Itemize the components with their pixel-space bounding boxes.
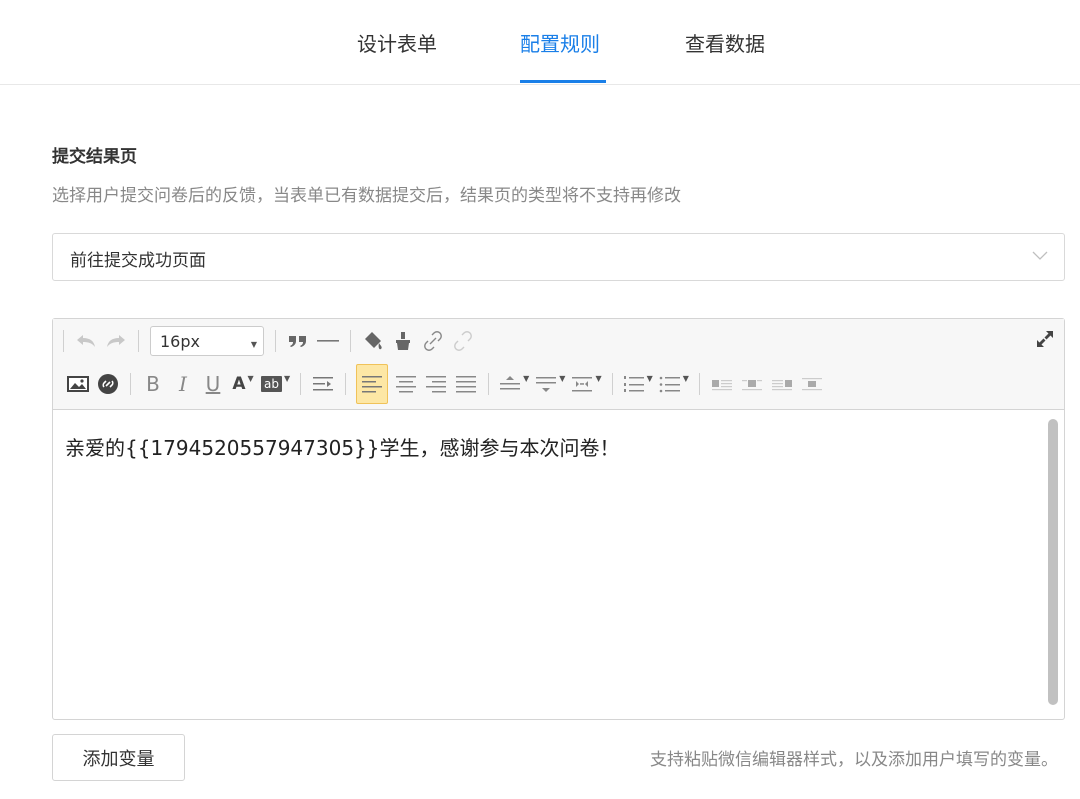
toolbar-divider	[611, 373, 613, 395]
embed-icon[interactable]	[96, 371, 120, 397]
letter-spacing-icon[interactable]: ▼	[571, 371, 602, 397]
select-value: 前往提交成功页面	[70, 251, 206, 271]
ordered-list-icon[interactable]: ▼	[623, 371, 653, 397]
toolbar-row-2: B I U A ▼ ab ▼ ▼ ▼ ▼ ▼ ▼	[63, 364, 827, 404]
toolbar-divider	[345, 373, 347, 395]
align-right-icon[interactable]	[424, 371, 448, 397]
image-icon[interactable]	[66, 371, 90, 397]
caret-down-icon: ▼	[646, 373, 653, 383]
align-center-icon[interactable]	[394, 371, 418, 397]
toolbar-row-1: 16px ▼	[63, 326, 478, 356]
redo-icon[interactable]	[104, 328, 128, 354]
toolbar-divider	[698, 373, 700, 395]
toolbar-divider	[130, 373, 131, 395]
caret-down-icon: ▼	[682, 373, 689, 383]
toolbar-divider	[138, 330, 139, 352]
image-float-left-icon[interactable]	[710, 371, 734, 397]
caret-down-icon: ▼	[247, 373, 254, 383]
align-justify-icon[interactable]	[454, 371, 478, 397]
toolbar-divider	[275, 330, 276, 352]
font-color-label: A	[232, 374, 246, 394]
background-color-icon[interactable]: ab ▼	[261, 371, 290, 397]
underline-label: U	[205, 372, 221, 396]
image-float-right-icon[interactable]	[770, 371, 794, 397]
scrollbar-thumb[interactable]	[1048, 419, 1058, 705]
toolbar-divider	[63, 330, 64, 352]
caret-down-icon: ▼	[595, 373, 602, 383]
link-icon[interactable]	[421, 328, 445, 354]
tab-design-form[interactable]: 设计表单	[357, 28, 437, 57]
image-float-none-icon[interactable]	[740, 371, 764, 397]
editor-hint-text: 支持粘贴微信编辑器样式，以及添加用户填写的变量。	[650, 750, 1058, 770]
tab-config-rules[interactable]: 配置规则	[520, 28, 600, 57]
section-title: 提交结果页	[52, 147, 137, 167]
expand-icon[interactable]	[1036, 330, 1054, 348]
toolbar-divider	[300, 373, 302, 395]
format-painter-icon[interactable]	[361, 328, 385, 354]
chevron-down-icon	[1032, 251, 1048, 260]
line-height-icon[interactable]: ▼	[499, 371, 529, 397]
align-left-icon[interactable]	[356, 364, 389, 404]
italic-icon[interactable]: I	[171, 371, 195, 397]
italic-label: I	[179, 372, 187, 396]
image-float-center-icon[interactable]	[800, 371, 824, 397]
bg-color-label: ab	[261, 376, 282, 392]
section-description: 选择用户提交问卷后的反馈，当表单已有数据提交后，结果页的类型将不支持再修改	[52, 186, 681, 206]
rich-text-editor: 16px ▼ B I U A ▼ ab ▼ ▼ ▼ ▼ ▼ ▼ 亲爱的{{179…	[52, 318, 1065, 720]
unordered-list-icon[interactable]: ▼	[659, 371, 689, 397]
unlink-icon[interactable]	[451, 328, 475, 354]
undo-icon[interactable]	[74, 328, 98, 354]
paragraph-spacing-icon[interactable]: ▼	[535, 371, 565, 397]
tab-view-data[interactable]: 查看数据	[685, 28, 765, 57]
bold-label: B	[146, 372, 160, 396]
toolbar-divider	[488, 373, 490, 395]
add-variable-button[interactable]: 添加变量	[52, 734, 185, 781]
bold-icon[interactable]: B	[141, 371, 165, 397]
font-color-icon[interactable]: A ▼	[231, 371, 255, 397]
top-nav: 设计表单 配置规则 查看数据	[0, 0, 1080, 85]
clear-format-icon[interactable]	[391, 328, 415, 354]
caret-down-icon: ▼	[250, 340, 257, 349]
active-tab-indicator	[520, 80, 606, 83]
font-size-value: 16px	[160, 331, 200, 351]
editor-content[interactable]: 亲爱的{{1794520557947305}}学生，感谢参与本次问卷！	[65, 432, 620, 461]
toolbar-divider	[350, 330, 351, 352]
editor-toolbar: 16px ▼ B I U A ▼ ab ▼ ▼ ▼ ▼ ▼ ▼	[53, 319, 1064, 410]
quote-icon[interactable]	[286, 328, 310, 354]
caret-down-icon: ▼	[523, 373, 530, 383]
horizontal-rule-icon[interactable]	[316, 328, 340, 354]
result-page-select[interactable]: 前往提交成功页面	[52, 233, 1065, 281]
indent-icon[interactable]	[311, 371, 335, 397]
editor-scrollbar[interactable]	[1046, 415, 1060, 715]
caret-down-icon: ▼	[559, 373, 566, 383]
underline-icon[interactable]: U	[201, 371, 225, 397]
font-size-select[interactable]: 16px ▼	[150, 326, 264, 356]
caret-down-icon: ▼	[283, 373, 291, 383]
